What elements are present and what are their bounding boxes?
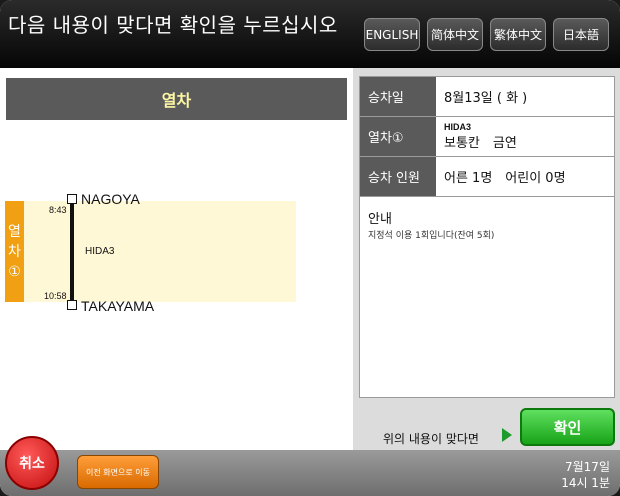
departure-station: NAGOYA [81, 191, 140, 207]
notice-text: 지정석 이용 1회입니다(잔여 5회) [368, 231, 495, 241]
language-japanese-button[interactable]: 日本語 [553, 18, 609, 51]
route-line [70, 203, 74, 301]
tab-char: ① [8, 263, 21, 280]
train-section-heading: 열차 [6, 78, 347, 120]
tab-char: 열 [8, 223, 21, 240]
language-traditional-chinese-button[interactable]: 繁体中文 [490, 18, 546, 51]
departure-time: 8:43 [49, 205, 67, 215]
notice-title: 안내 [368, 212, 392, 227]
train-row: 열차① HIDA3 보통칸 금연 [360, 117, 614, 157]
confirm-prompt: 위의 내용이 맞다면 [383, 432, 479, 446]
itinerary-timeline [24, 201, 296, 302]
train-name: HIDA3 [444, 122, 472, 132]
passengers-row: 승차 인원 어른 1명 어린이 0명 [360, 157, 614, 197]
train-detail: 보통칸 금연 [444, 136, 517, 151]
clock-time: 14시 1분 [561, 476, 610, 490]
arrow-right-icon [502, 428, 512, 442]
language-simplified-chinese-button[interactable]: 简体中文 [427, 18, 483, 51]
back-button[interactable]: 이전 화면으로 이동 [77, 455, 159, 489]
page-title: 다음 내용이 맞다면 확인을 누르십시오 [8, 13, 338, 37]
details-panel: 승차일 8월13일 ( 화 ) 열차① HIDA3 보통칸 금연 승차 인원 어… [353, 68, 620, 450]
clock-date: 7월17일 [565, 460, 610, 474]
train-1-tab: 열 차 ① [5, 201, 24, 302]
train-code: HIDA3 [85, 246, 115, 257]
date-row: 승차일 8월13일 ( 화 ) [360, 77, 614, 117]
date-label: 승차일 [360, 77, 436, 116]
date-value: 8월13일 ( 화 ) [444, 91, 528, 106]
departure-node-icon [67, 194, 77, 204]
cancel-button[interactable]: 취소 [5, 436, 59, 490]
clock: 7월17일 14시 1분 [561, 459, 610, 491]
tab-char: 차 [8, 243, 21, 260]
arrival-station: TAKAYAMA [81, 298, 155, 314]
arrival-time: 10:58 [44, 291, 67, 301]
kiosk-screen: 다음 내용이 맞다면 확인을 누르십시오 ENGLISH 简体中文 繁体中文 日… [0, 0, 620, 496]
arrival-node-icon [67, 300, 77, 310]
header-bar: 다음 내용이 맞다면 확인을 누르십시오 ENGLISH 简体中文 繁体中文 日… [0, 0, 620, 68]
train-label: 열차① [360, 117, 436, 156]
passengers-label: 승차 인원 [360, 157, 436, 196]
language-english-button[interactable]: ENGLISH [364, 18, 420, 51]
confirm-button[interactable]: 확인 [520, 408, 615, 446]
booking-details: 승차일 8월13일 ( 화 ) 열차① HIDA3 보통칸 금연 승차 인원 어… [359, 76, 615, 398]
itinerary-panel: 열차 열 차 ① NAGOYA TAKAYAMA 8:43 10:58 HIDA… [0, 68, 353, 450]
passengers-value: 어른 1명 어린이 0명 [444, 171, 566, 186]
